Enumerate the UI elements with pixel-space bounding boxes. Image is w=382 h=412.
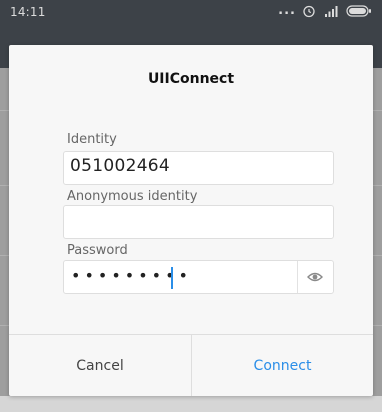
cancel-button[interactable]: Cancel [9,335,191,396]
status-icons: ... [278,3,372,18]
text-caret [171,267,173,289]
eye-icon[interactable] [307,270,323,284]
signal-icon [325,5,338,17]
identity-field[interactable]: 051002464 [63,151,334,185]
anonymous-identity-label: Anonymous identity [67,189,198,204]
anonymous-identity-field[interactable] [63,205,334,239]
dialog-title: UIIConnect [147,71,235,87]
password-toggle-divider [297,261,298,293]
background-footer [0,396,382,412]
identity-value: 051002464 [70,156,171,176]
battery-icon [346,4,371,17]
more-indicator: ... [278,3,296,18]
status-bar: 14:11 ... [0,0,382,26]
alarm-icon [303,5,315,17]
password-field[interactable]: ••••••••• [63,260,334,294]
connect-button[interactable]: Connect [191,335,373,396]
connect-dialog: UIIConnect Identity 051002464 Anonymous … [9,45,373,396]
status-time: 14:11 [10,5,46,19]
password-masked-value: ••••••••• [71,266,192,285]
identity-label: Identity [67,132,117,147]
password-label: Password [67,243,128,258]
